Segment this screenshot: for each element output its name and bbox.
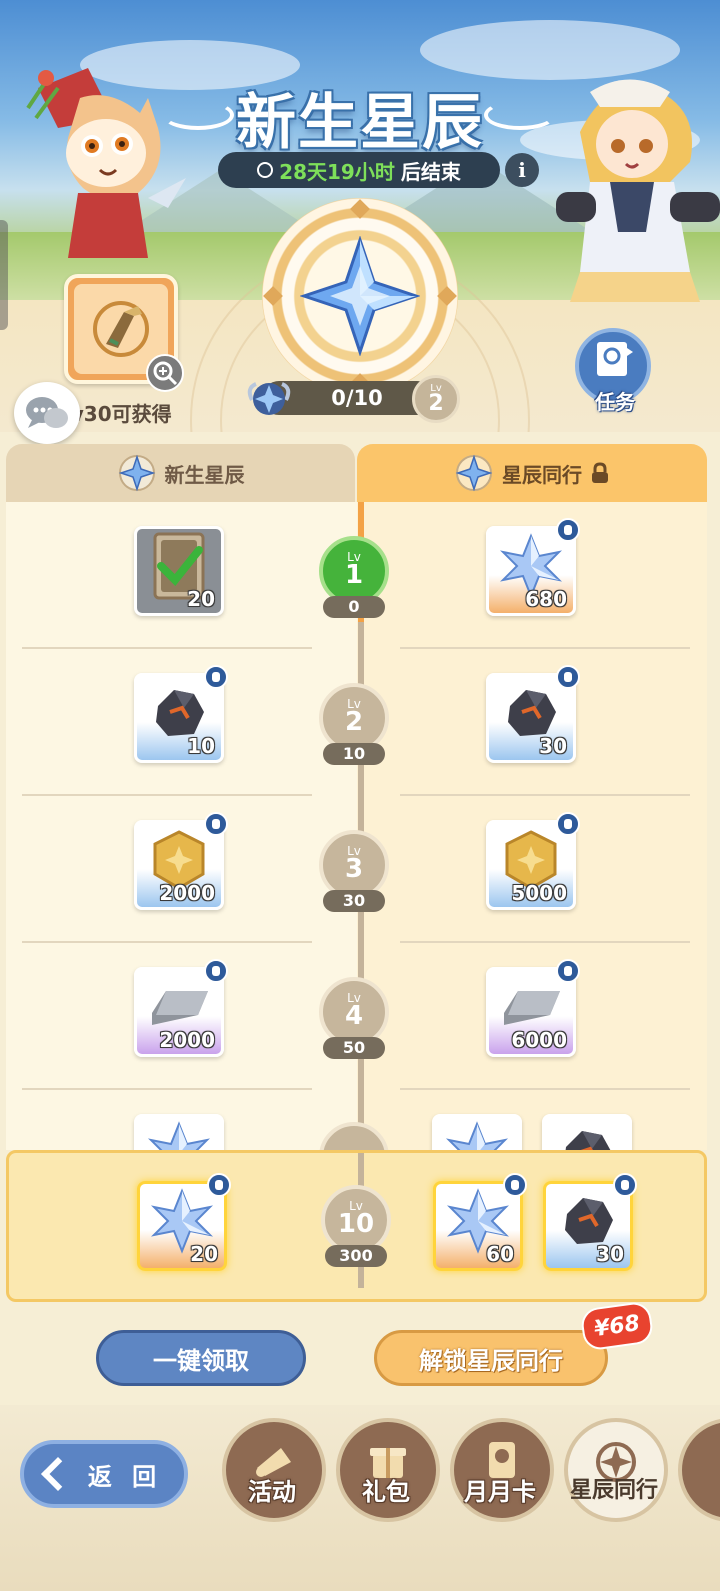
current-level: 2 (428, 391, 444, 416)
clock-icon (257, 162, 274, 178)
progress-value: 0/10 (331, 386, 383, 410)
reward-list[interactable]: 20 680 Lv 1 0 10 30 Lv 2 10 2000 5000 Lv 3 30 2000 6000 L… (6, 502, 707, 1150)
lock-icon (204, 812, 228, 836)
back-button[interactable]: 返 回 (20, 1440, 188, 1508)
nav-activity-label: 活动 (248, 1478, 296, 1506)
milestone-xp-requirement: 300 (325, 1245, 387, 1267)
event-timer: 28天19小时 后结束 (218, 152, 500, 188)
star-crystal-icon (300, 236, 420, 356)
reward-quantity: 60 (486, 1242, 514, 1266)
reward-quantity: 30 (596, 1242, 624, 1266)
nav-star-pass[interactable] (564, 1418, 668, 1522)
reward-quantity: 680 (525, 587, 567, 611)
reward-quantity: 10 (187, 734, 215, 758)
milestone-reward-row[interactable]: 20 60 30 Lv 10 300 (6, 1150, 707, 1302)
back-label: 返 回 (87, 1462, 163, 1491)
task-label: 任务 (595, 390, 635, 414)
tab-premium-label: 星辰同行 (502, 462, 582, 487)
silver-ingot-icon (152, 990, 208, 1025)
lock-icon (556, 959, 580, 983)
chat-button[interactable] (14, 382, 80, 444)
reward-item-crystal[interactable] (134, 1114, 224, 1150)
star-compass-icon (455, 454, 493, 492)
lock-icon (503, 1173, 527, 1197)
reward-quantity: 6000 (511, 1028, 567, 1052)
level-xp-requirement: 30 (323, 890, 385, 912)
lock-icon (207, 1173, 231, 1197)
timer-suffix: 后结束 (400, 159, 461, 184)
lock-icon (613, 1173, 637, 1197)
side-handle[interactable] (0, 220, 8, 330)
timer-remaining: 28天19小时 (279, 159, 395, 184)
cloud (420, 20, 680, 80)
reward-quantity: 2000 (159, 1028, 215, 1052)
lock-icon (592, 462, 608, 483)
reward-item-crystal[interactable] (432, 1114, 522, 1150)
reward-quantity: 5000 (511, 881, 567, 905)
reward-quantity: 20 (190, 1242, 218, 1266)
claim-all-button[interactable]: 一键领取 (96, 1330, 306, 1386)
reward-quantity: 20 (187, 587, 215, 611)
tab-free-track[interactable]: 新生星辰 (6, 444, 355, 502)
star-compass-emblem (262, 198, 458, 394)
level-xp-requirement: 50 (323, 1037, 385, 1059)
gauntlet-icon (93, 301, 149, 357)
current-level-badge: Lv 2 (412, 375, 460, 423)
unlock-premium-button[interactable]: 解锁星辰同行 (374, 1330, 608, 1386)
level-xp-requirement: 0 (323, 596, 385, 618)
reward-quantity: 30 (539, 734, 567, 758)
star-compass-icon (118, 454, 155, 492)
chat-bubble-icon (26, 397, 68, 428)
dark-ore-icon (565, 1130, 611, 1150)
reward-item-card[interactable]: 20 (134, 526, 224, 616)
lock-icon (556, 665, 580, 689)
star-crystal-icon (147, 1121, 211, 1150)
reward-quantity: 2000 (159, 881, 215, 905)
nav-star-pass-label: 星辰同行 (569, 1478, 658, 1503)
tab-premium-track[interactable]: 星辰同行 (357, 444, 707, 502)
nav-monthly-card-label: 月月卡 (464, 1478, 536, 1506)
star-crystal-icon (445, 1121, 509, 1150)
progress-star-icon (247, 382, 291, 415)
lock-icon (556, 518, 580, 542)
screen: 新生星辰 28天19小时 后结束 i 0/10 Lv 2 Lv30可获得 任务 … (0, 0, 720, 1591)
reward-item-ore[interactable] (542, 1114, 632, 1150)
info-button[interactable]: i (505, 153, 539, 187)
zoom-icon (153, 361, 178, 386)
level-xp-requirement: 10 (323, 743, 385, 765)
lock-icon (204, 665, 228, 689)
lock-icon (556, 812, 580, 836)
nav-gift-label: 礼包 (362, 1478, 410, 1506)
tab-free-label: 新生星辰 (164, 462, 245, 487)
zoom-in-button[interactable] (146, 354, 184, 392)
lock-icon (204, 959, 228, 983)
event-title: 新生星辰 (236, 88, 484, 158)
silver-ingot-icon (504, 990, 560, 1025)
price-tag: ¥68 (579, 1300, 655, 1352)
back-arrow-icon (40, 1457, 75, 1491)
